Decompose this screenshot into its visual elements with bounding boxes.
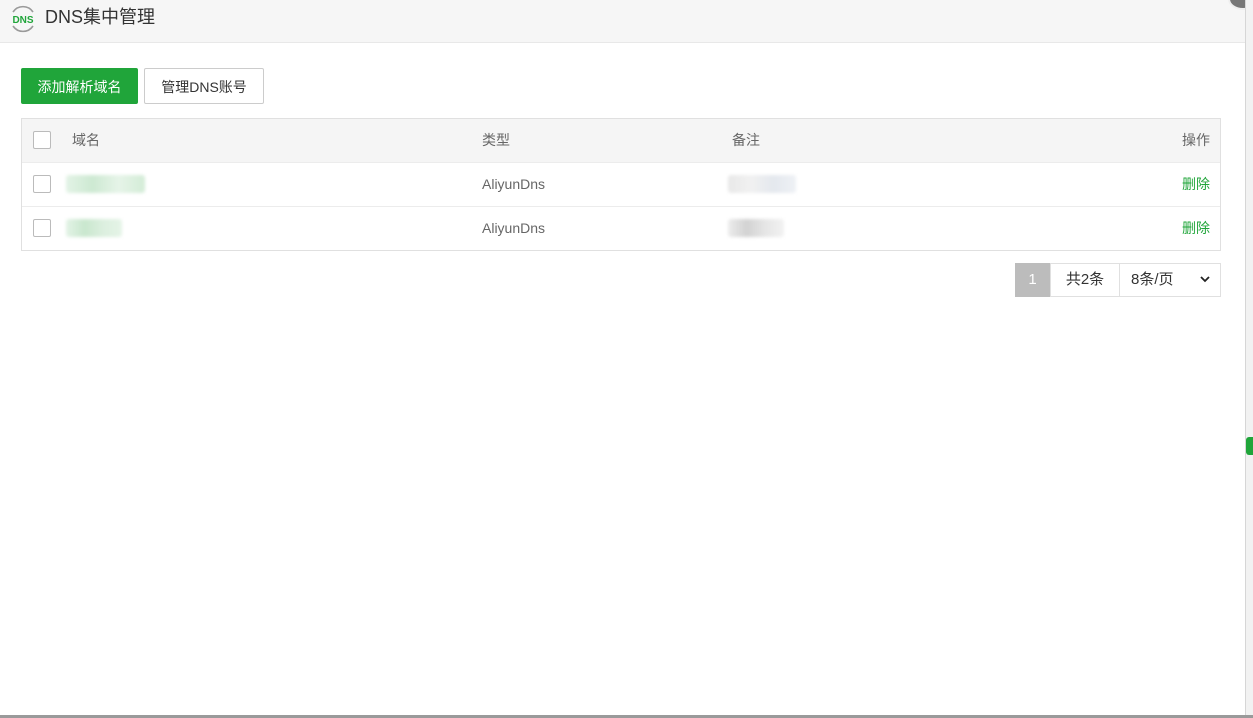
dns-logo-icon: DNS	[12, 5, 34, 33]
column-header-type: 类型	[482, 132, 510, 148]
domain-table: 域名 类型 备注 操作 AliyunDns 删除 AliyunDns 删除	[21, 118, 1221, 251]
redacted-note	[728, 175, 796, 193]
total-count: 共2条	[1050, 263, 1119, 297]
redacted-domain[interactable]	[66, 219, 122, 237]
column-header-op: 操作	[1182, 132, 1210, 148]
table-row: AliyunDns 删除	[22, 206, 1220, 250]
manage-dns-account-button[interactable]: 管理DNS账号	[144, 68, 264, 104]
dialog-header: DNS DNS集中管理	[0, 0, 1245, 43]
page-number-current[interactable]: 1	[1015, 263, 1050, 297]
delete-link[interactable]: 删除	[1182, 207, 1210, 250]
add-domain-button[interactable]: 添加解析域名	[21, 68, 138, 104]
background-window-edge	[1245, 0, 1253, 718]
page-size-value: 8条/页	[1131, 271, 1174, 288]
table-row: AliyunDns 删除	[22, 162, 1220, 206]
table-header-row: 域名 类型 备注 操作	[22, 119, 1220, 162]
column-header-note: 备注	[732, 132, 760, 148]
row-type: AliyunDns	[482, 176, 546, 192]
redacted-note	[728, 219, 784, 237]
dialog-title: DNS集中管理	[45, 7, 156, 27]
column-header-name: 域名	[72, 132, 100, 148]
select-all-checkbox[interactable]	[33, 131, 51, 149]
chevron-down-icon	[1199, 264, 1211, 308]
row-checkbox[interactable]	[33, 219, 51, 237]
page-size-select[interactable]: 8条/页	[1119, 263, 1221, 297]
delete-link[interactable]: 删除	[1182, 163, 1210, 206]
row-checkbox[interactable]	[33, 175, 51, 193]
svg-text:DNS: DNS	[12, 15, 33, 26]
background-status-chip	[1246, 437, 1253, 455]
redacted-domain[interactable]	[66, 175, 145, 193]
row-type: AliyunDns	[482, 220, 546, 236]
